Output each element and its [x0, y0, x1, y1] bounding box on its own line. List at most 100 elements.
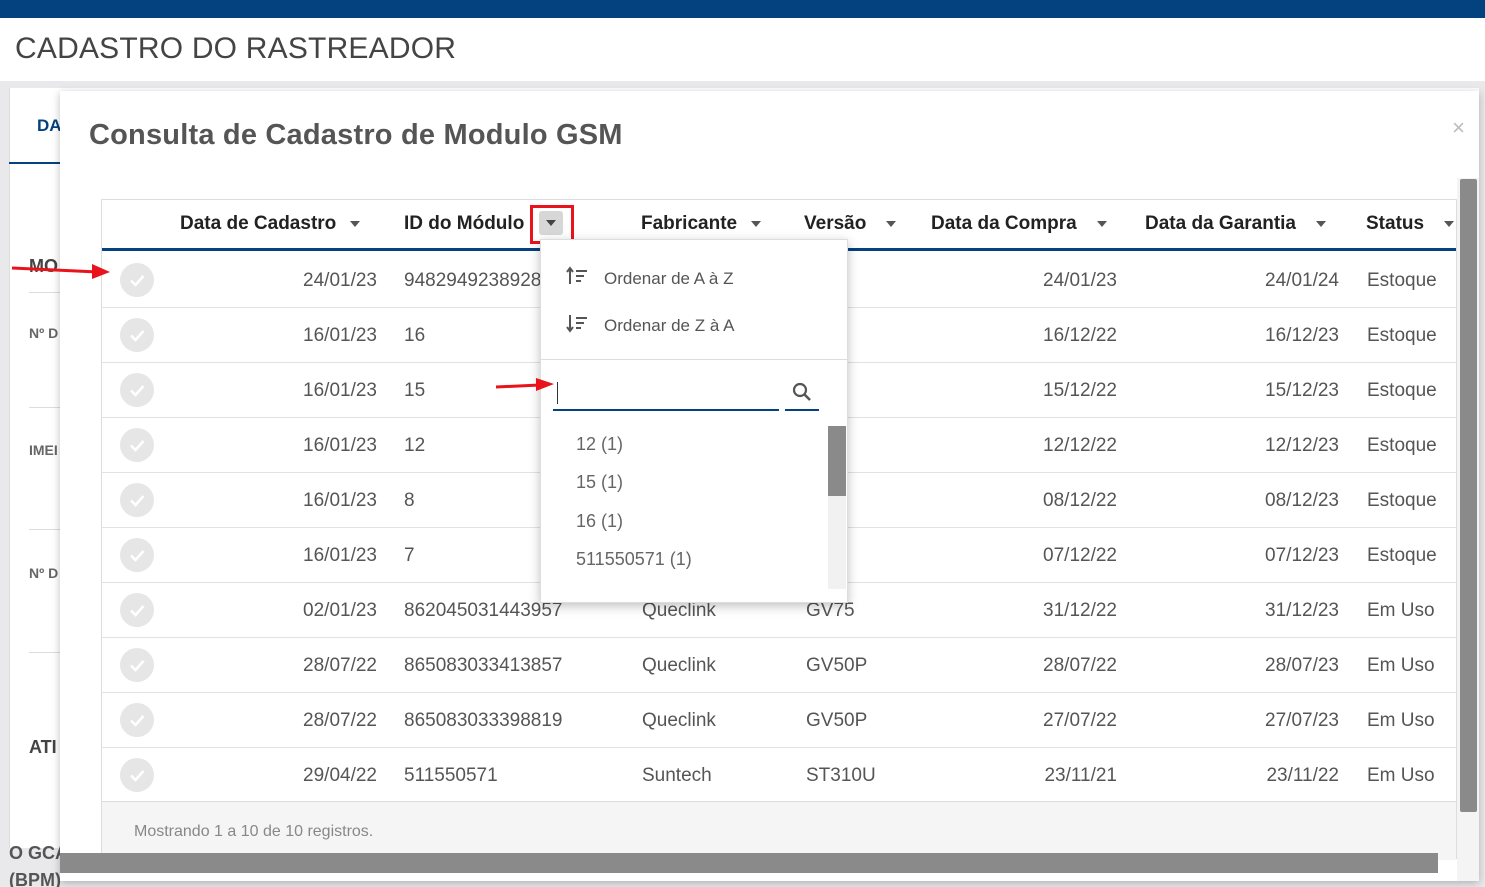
column-label: Status [1366, 213, 1425, 234]
col-header-status[interactable]: Status [1366, 213, 1455, 235]
cell-status: Em Uso [1367, 655, 1435, 676]
field-label-imei: IMEI [29, 442, 58, 458]
filter-search-input[interactable] [553, 374, 779, 411]
cell-data-garantia: 12/12/23 [1265, 435, 1339, 456]
cell-data-garantia: 15/12/23 [1265, 380, 1339, 401]
vertical-scrollbar[interactable] [1460, 179, 1477, 812]
horizontal-scrollbar[interactable] [60, 853, 1438, 873]
sort-asc-item[interactable]: Ordenar de A à Z [566, 266, 733, 291]
sort-desc-item[interactable]: Ordenar de Z à A [566, 313, 734, 338]
col-header-data-garantia[interactable]: Data da Garantia [1145, 213, 1326, 235]
cell-status: Estoque [1367, 270, 1437, 291]
cell-status: Estoque [1367, 490, 1437, 511]
sort-descending-icon [566, 313, 588, 338]
cell-fabricante: Suntech [642, 765, 712, 786]
filter-option[interactable]: 15 (1) [576, 472, 623, 493]
filter-option[interactable]: 12 (1) [576, 434, 623, 455]
row-select-check-icon[interactable] [120, 648, 154, 682]
bottom-section-label: ATI [29, 737, 57, 757]
col-header-id-modulo[interactable]: ID do Módulo [404, 213, 524, 235]
cell-id-modulo: 9482949238928 [404, 270, 542, 291]
row-select-check-icon[interactable] [120, 593, 154, 627]
footer-text-2: (BPM) [9, 870, 61, 887]
cell-id-modulo: 15 [404, 380, 426, 401]
grid-footer: Mostrando 1 a 10 de 10 registros. [102, 801, 1456, 860]
col-header-versao[interactable]: Versão [804, 213, 897, 235]
cell-id-modulo: 16 [404, 325, 426, 346]
cell-versao: GV50P [806, 655, 868, 676]
chevron-down-icon[interactable] [886, 221, 897, 227]
cell-data-garantia: 31/12/23 [1265, 600, 1339, 621]
dropdown-scrollbar[interactable] [828, 426, 846, 496]
chevron-down-icon[interactable] [1096, 221, 1107, 227]
cell-data-compra: 15/12/22 [1043, 380, 1117, 401]
page-title: CADASTRO DO RASTREADOR [15, 32, 457, 65]
table-row[interactable]: 28/07/22 865083033413857 Queclink GV50P 28/0… [102, 638, 1456, 693]
row-select-check-icon[interactable] [120, 428, 154, 462]
search-button[interactable] [785, 374, 819, 411]
cell-fabricante: Queclink [642, 600, 716, 621]
annotation-arrow-1 [11, 264, 110, 279]
cell-data-cadastro: 16/01/23 [303, 380, 377, 401]
cell-data-garantia: 28/07/23 [1265, 655, 1339, 676]
modal-title: Consulta de Cadastro de Modulo GSM [89, 119, 623, 151]
cell-data-cadastro: 16/01/23 [303, 435, 377, 456]
column-label: Versão [804, 213, 867, 234]
cell-data-cadastro: 29/04/22 [303, 765, 377, 786]
cell-status: Estoque [1367, 325, 1437, 346]
filter-option[interactable]: 16 (1) [576, 511, 623, 532]
cell-id-modulo: 12 [404, 435, 426, 456]
cell-data-garantia: 27/07/23 [1265, 710, 1339, 731]
row-select-check-icon[interactable] [120, 263, 154, 297]
cell-data-cadastro: 02/01/23 [303, 600, 377, 621]
row-select-check-icon[interactable] [120, 538, 154, 572]
column-filter-dropdown: Ordenar de A à Z Ordenar de Z à A 12 (1)… [540, 239, 848, 603]
cell-id-modulo: 865083033413857 [404, 655, 563, 676]
cell-data-compra: 27/07/22 [1043, 710, 1117, 731]
cell-data-cadastro: 28/07/22 [303, 655, 377, 676]
cell-id-modulo: 7 [404, 545, 415, 566]
tab-dados[interactable]: DA [37, 116, 62, 136]
cell-data-cadastro: 16/01/23 [303, 545, 377, 566]
column-label: Data da Compra [931, 213, 1077, 234]
search-icon [792, 382, 811, 401]
cell-data-compra: 31/12/22 [1043, 600, 1117, 621]
col-header-data-compra[interactable]: Data da Compra [931, 213, 1107, 235]
row-select-check-icon[interactable] [120, 318, 154, 352]
col-header-fabricante[interactable]: Fabricante [641, 213, 762, 235]
sort-desc-label: Ordenar de Z à A [604, 315, 735, 335]
sort-asc-label: Ordenar de A à Z [604, 268, 734, 288]
cell-data-garantia: 16/12/23 [1265, 325, 1339, 346]
cell-data-cadastro: 16/01/23 [303, 490, 377, 511]
chevron-down-icon[interactable] [1316, 221, 1326, 227]
chevron-down-icon[interactable] [350, 221, 361, 227]
column-label: Data de Cadastro [180, 213, 337, 234]
chevron-down-icon[interactable] [751, 221, 762, 227]
col-header-data-cadastro[interactable]: Data de Cadastro [180, 213, 361, 235]
cell-id-modulo: 8 [404, 490, 415, 511]
cell-data-compra: 23/11/21 [1044, 765, 1117, 786]
cell-data-garantia: 24/01/24 [1265, 270, 1339, 291]
close-icon[interactable]: × [1452, 115, 1465, 141]
cell-data-compra: 07/12/22 [1043, 545, 1117, 566]
row-select-check-icon[interactable] [120, 483, 154, 517]
cell-status: Estoque [1367, 435, 1437, 456]
cell-versao: GV75 [806, 600, 855, 621]
text-caret [557, 382, 558, 404]
cell-fabricante: Queclink [642, 710, 716, 731]
cell-id-modulo: 511550571 [404, 765, 498, 786]
cell-id-modulo: 862045031443957 [404, 600, 563, 621]
cell-data-compra: 24/01/23 [1043, 270, 1117, 291]
cell-data-garantia: 08/12/23 [1265, 490, 1339, 511]
row-select-check-icon[interactable] [120, 703, 154, 737]
table-row[interactable]: 29/04/22 511550571 Suntech ST310U 23/11/21 23… [102, 748, 1456, 803]
cell-data-cadastro: 16/01/23 [303, 325, 377, 346]
row-select-check-icon[interactable] [120, 758, 154, 792]
cell-data-compra: 08/12/22 [1043, 490, 1117, 511]
chevron-down-icon[interactable] [1444, 221, 1455, 227]
table-row[interactable]: 28/07/22 865083033398819 Queclink GV50P 27/0… [102, 693, 1456, 748]
field-label-2: Nº D [29, 565, 59, 581]
row-select-check-icon[interactable] [120, 373, 154, 407]
filter-option[interactable]: 511550571 (1) [576, 549, 692, 570]
column-label: Fabricante [641, 213, 738, 234]
